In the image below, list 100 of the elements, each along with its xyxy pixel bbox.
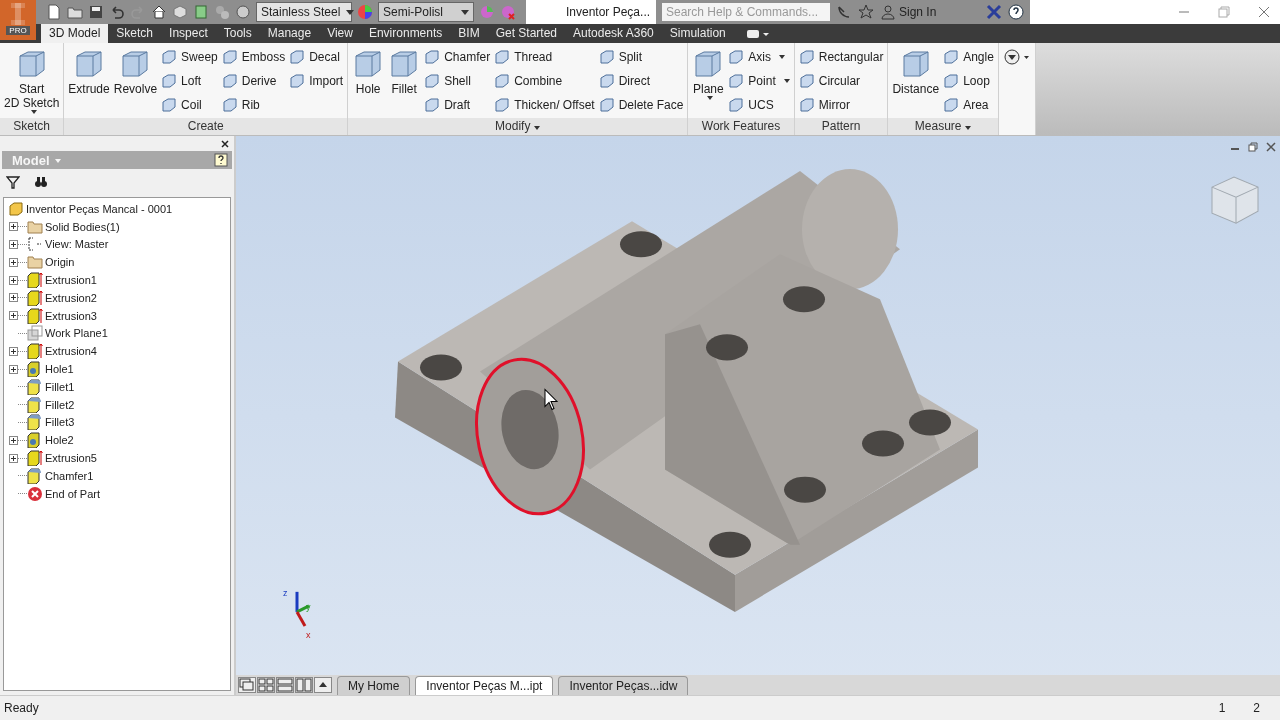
ribbon-button[interactable]: Emboss	[221, 47, 286, 67]
ribbon-button[interactable]: Decal	[289, 47, 344, 67]
tree-item[interactable]: Extrusion1	[45, 274, 97, 287]
ribbon-button[interactable]: Hole	[352, 45, 385, 116]
tree-item[interactable]: Extrusion3	[45, 309, 97, 322]
ribbon-tab[interactable]: Manage	[259, 24, 320, 43]
ribbon-tab[interactable]: Get Started	[487, 24, 566, 43]
ribbon-button[interactable]: Chamfer	[424, 47, 491, 67]
document-tab[interactable]: Inventor Peças M...ipt	[415, 676, 554, 695]
appearance-dropdown[interactable]: Semi-Polisl	[378, 2, 474, 22]
ribbon-button[interactable]: Rib	[221, 95, 286, 115]
ribbon-button[interactable]: Combine	[494, 71, 595, 91]
ribbon-button[interactable]: Loft	[161, 71, 218, 91]
tree-item[interactable]: Hole1	[45, 363, 74, 376]
ribbon-button[interactable]: Area	[943, 95, 994, 115]
ribbon-button[interactable]: Rectangular	[798, 47, 884, 67]
ribbon-button[interactable]: Fillet	[388, 45, 421, 116]
help-icon[interactable]	[1008, 4, 1024, 20]
ribbon-button[interactable]: Circular	[798, 71, 884, 91]
tree-item[interactable]: Extrusion5	[45, 452, 97, 465]
tree-item[interactable]: Fillet1	[45, 380, 75, 393]
ribbon-button[interactable]: Delete Face	[598, 95, 684, 115]
ribbon-button[interactable]: Angle	[943, 47, 994, 67]
undo-icon[interactable]	[109, 4, 125, 20]
ribbon-tab[interactable]: BIM	[450, 24, 488, 43]
panel-title[interactable]: Sketch	[0, 118, 64, 135]
grid-windows-icon[interactable]	[257, 677, 275, 693]
tree-item[interactable]: Inventor Peças Mancal - 0001	[26, 202, 173, 215]
sign-in-button[interactable]: Sign In	[880, 4, 980, 20]
cascade-windows-icon[interactable]	[238, 677, 256, 693]
close-icon[interactable]	[221, 139, 229, 148]
app-logo[interactable]: PRO	[0, 0, 36, 40]
ribbon-tab[interactable]: Inspect	[161, 24, 216, 43]
expand-icon[interactable]	[9, 275, 18, 285]
ribbon-tab[interactable]: Sketch	[108, 24, 162, 43]
dropdown-icon[interactable]	[1002, 48, 1031, 66]
tree-item[interactable]: Fillet3	[45, 416, 75, 429]
cube-icon[interactable]	[172, 4, 188, 20]
tree-item[interactable]: End of Part	[45, 487, 101, 500]
sphere-icon[interactable]	[235, 4, 251, 20]
tree-item[interactable]: Extrusion4	[45, 345, 97, 358]
expand-icon[interactable]	[9, 222, 18, 232]
ribbon-button[interactable]: Loop	[943, 71, 994, 91]
ribbon-tab[interactable]: 3D Model	[41, 24, 109, 43]
ribbon-button[interactable]: Revolve	[113, 45, 158, 116]
tree-item[interactable]: Origin	[45, 256, 75, 269]
side-by-side-windows-icon[interactable]	[295, 677, 313, 693]
restore-icon[interactable]	[1248, 142, 1258, 152]
stacked-windows-icon[interactable]	[276, 677, 294, 693]
tree-item[interactable]: View: Master	[45, 238, 109, 251]
color-wheel-icon[interactable]	[357, 4, 373, 20]
material-dropdown[interactable]: Stainless Steel	[256, 2, 352, 22]
ribbon-tab[interactable]: Autodesk A360	[565, 24, 662, 43]
ribbon-button[interactable]: Thicken/ Offset	[494, 95, 595, 115]
menu-toggle-icon[interactable]	[745, 28, 770, 39]
ribbon-button[interactable]: Sweep	[161, 47, 218, 67]
ribbon-button[interactable]: Draft	[424, 95, 491, 115]
panel-title[interactable]: Measure	[888, 118, 998, 135]
tree-item[interactable]: Work Plane1	[45, 327, 108, 340]
ribbon-button[interactable]: Import	[289, 71, 344, 91]
ribbon-button[interactable]: Split	[598, 47, 684, 67]
ribbon-button[interactable]: Coil	[161, 95, 218, 115]
ribbon-tab[interactable]: Environments	[360, 24, 451, 43]
ribbon-button[interactable]: Extrude	[68, 45, 110, 116]
ribbon-button[interactable]: Derive	[221, 71, 286, 91]
expand-icon[interactable]	[9, 257, 18, 267]
panel-title[interactable]: Create	[64, 118, 348, 135]
tree-item[interactable]: Solid Bodies(1)	[45, 220, 120, 233]
ribbon-button[interactable]: Distance	[892, 45, 940, 116]
ribbon-button[interactable]: Plane	[692, 45, 725, 116]
expand-icon[interactable]	[9, 311, 18, 321]
home-icon[interactable]	[151, 4, 167, 20]
document-tab[interactable]: My Home	[337, 676, 411, 695]
panel-title[interactable]: Modify	[348, 118, 688, 135]
ribbon-tab[interactable]: Tools	[215, 24, 260, 43]
expand-icon[interactable]	[9, 435, 18, 445]
ribbon-button[interactable]: Thread	[494, 47, 595, 67]
ribbon-button[interactable]: Point	[728, 71, 790, 91]
filter-icon[interactable]	[6, 175, 20, 189]
color-wheel-icon[interactable]	[479, 4, 495, 20]
tree-item[interactable]: Extrusion2	[45, 291, 97, 304]
tree-item[interactable]: Chamfer1	[45, 469, 94, 482]
expand-icon[interactable]	[9, 453, 18, 463]
help-icon[interactable]	[214, 153, 228, 167]
tree-item[interactable]: Fillet2	[45, 398, 75, 411]
ribbon-button[interactable]: Shell	[424, 71, 491, 91]
expand-icon[interactable]	[9, 346, 18, 356]
color-wheel-icon[interactable]	[500, 4, 516, 20]
ribbon-button[interactable]: Direct	[598, 71, 684, 91]
star-icon[interactable]	[858, 4, 874, 20]
folder-icon[interactable]	[67, 4, 83, 20]
save-icon[interactable]	[88, 4, 104, 20]
ribbon-tab[interactable]: Simulation	[661, 24, 734, 43]
expand-icon[interactable]	[9, 364, 18, 374]
expand-icon[interactable]	[9, 293, 18, 303]
ribbon-button[interactable]: Mirror	[798, 95, 884, 115]
binoculars-icon[interactable]	[34, 175, 48, 189]
ribbon-button[interactable]: Start 2D Sketch	[4, 45, 60, 116]
tree-item[interactable]: Hole2	[45, 434, 74, 447]
document-tab[interactable]: Inventor Peças...idw	[558, 676, 689, 695]
